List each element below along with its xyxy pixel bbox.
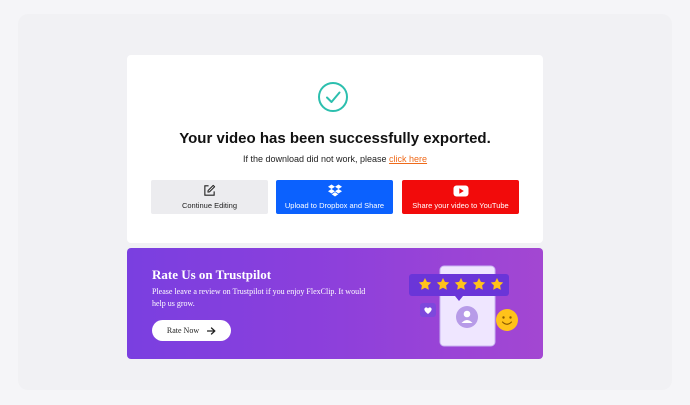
- upload-dropbox-button[interactable]: Upload to Dropbox and Share: [276, 180, 393, 214]
- banner-title: Rate Us on Trustpilot: [152, 267, 272, 282]
- page-background: Your video has been successfully exporte…: [0, 0, 690, 405]
- download-hint-text: If the download did not work, please: [242, 154, 390, 164]
- trustpilot-banner: Rate Us on Trustpilot Please leave a rev…: [127, 248, 543, 359]
- upload-dropbox-label: Upload to Dropbox and Share: [284, 201, 385, 210]
- rating-illustration: [409, 265, 518, 347]
- youtube-icon: [453, 185, 468, 196]
- arrow-right-icon: [207, 326, 216, 335]
- rate-now-label: Rate Now: [166, 326, 200, 335]
- dropbox-icon: [327, 184, 342, 197]
- continue-editing-label: Continue Editing: [181, 201, 238, 210]
- edit-icon: [204, 184, 216, 196]
- banner-text: Please leave a review on Trustpilot if y…: [152, 287, 366, 308]
- download-hint: If the download did not work, please cli…: [127, 154, 543, 164]
- export-success-card: Your video has been successfully exporte…: [127, 55, 543, 243]
- success-title: Your video has been successfully exporte…: [179, 130, 491, 147]
- continue-editing-button[interactable]: Continue Editing: [151, 180, 268, 214]
- success-check-icon: [318, 82, 348, 112]
- share-youtube-button[interactable]: Share your video to YouTube: [402, 180, 519, 214]
- smiley-icon: [496, 309, 518, 331]
- rate-now-button[interactable]: Rate Now: [152, 320, 231, 341]
- click-here-link[interactable]: click here: [389, 154, 427, 164]
- share-youtube-label: Share your video to YouTube: [412, 200, 509, 210]
